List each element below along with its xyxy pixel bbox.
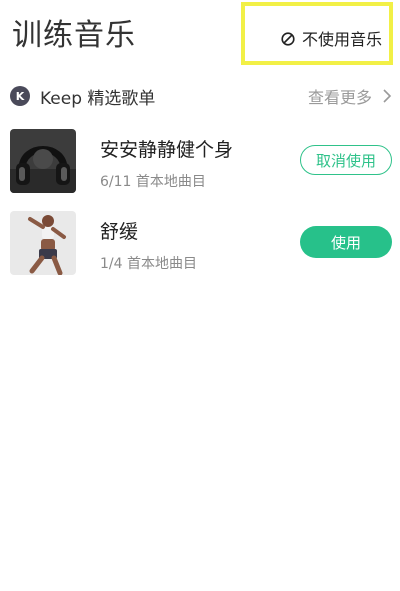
playlist-cover-runner [10,211,76,275]
no-music-label: 不使用音乐 [302,30,383,49]
view-more-label: 查看更多 [307,88,372,107]
chevron-right-icon [382,88,392,104]
playlist-cover-headphones [10,129,76,193]
page-title: 训练音乐 [12,18,136,53]
playlist-track-count: 1/4 首本地曲目 [100,256,197,272]
playlist-item[interactable]: 舒缓 1/4 首本地曲目 使用 [10,211,392,277]
use-button[interactable]: 使用 [300,226,392,258]
playlist-track-count: 6/11 首本地曲目 [100,174,206,190]
training-music-page: 训练音乐 不使用音乐 K Keep 精选歌单 查看更多 安安静静健个身 6/11… [0,0,400,591]
section-title: Keep 精选歌单 [40,88,156,109]
playlist-name: 舒缓 [100,221,139,243]
featured-playlists-header: K Keep 精选歌单 查看更多 [10,82,392,110]
header: 训练音乐 不使用音乐 [0,0,400,70]
view-more-link[interactable]: 查看更多 [308,84,392,108]
cancel-use-button[interactable]: 取消使用 [300,145,392,175]
playlist-name: 安安静静健个身 [100,139,234,161]
keep-logo-icon: K [10,86,30,106]
prohibited-icon [281,31,295,46]
no-music-button[interactable]: 不使用音乐 [281,24,382,52]
playlist-item[interactable]: 安安静静健个身 6/11 首本地曲目 取消使用 [10,129,392,195]
